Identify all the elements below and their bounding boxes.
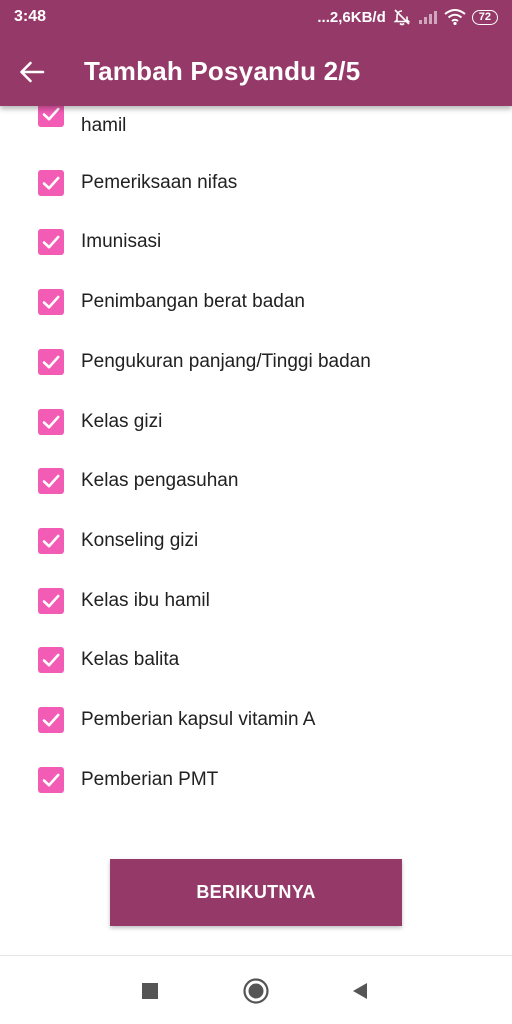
screen: Pemberian tablet tambah darah untuk ibu … [0, 0, 512, 1024]
check-icon [42, 355, 60, 369]
app-bar: Tambah Posyandu 2/5 [0, 36, 512, 106]
list-item-label: Pemeriksaan nifas [81, 172, 238, 193]
back-icon [353, 983, 367, 999]
checkbox-checked[interactable] [38, 468, 64, 494]
check-icon [42, 107, 60, 121]
home-button[interactable] [241, 976, 271, 1006]
list-item-label: Pemberian kapsul vitamin A [81, 709, 316, 730]
check-icon [42, 713, 60, 727]
checkbox-checked[interactable] [38, 528, 64, 554]
arrow-left-icon [20, 61, 45, 83]
check-icon [42, 415, 60, 429]
back-button[interactable] [14, 54, 50, 90]
list-item-label: Kelas gizi [81, 411, 163, 432]
alarm-off-icon [393, 9, 411, 26]
checkbox-checked[interactable] [38, 409, 64, 435]
navigation-bar [0, 955, 512, 1024]
checkbox-checked[interactable] [38, 170, 64, 196]
list-item-label: Imunisasi [81, 231, 162, 252]
page-title: Tambah Posyandu 2/5 [84, 56, 361, 86]
check-icon [42, 235, 60, 249]
list-item-label: Kelas pengasuhan [81, 470, 239, 491]
check-icon [42, 176, 60, 190]
check-icon [42, 594, 60, 608]
signal-icon [418, 11, 437, 24]
checkbox-checked[interactable] [38, 707, 64, 733]
check-icon [42, 773, 60, 787]
checkbox-checked[interactable] [38, 588, 64, 614]
check-icon [42, 653, 60, 667]
checkbox-checked[interactable] [38, 229, 64, 255]
checkbox-checked[interactable] [38, 349, 64, 375]
home-icon [243, 978, 269, 1004]
wifi-icon [444, 9, 466, 25]
list-item-label: Kelas ibu hamil [81, 590, 210, 611]
check-icon [42, 474, 60, 488]
battery-icon: 72 [471, 9, 498, 25]
network-speed: ...2,6KB/d [317, 8, 386, 26]
list-item-label: Pemberian PMT [81, 769, 219, 790]
checkbox-checked[interactable] [38, 289, 64, 315]
list-item-label: Konseling gizi [81, 530, 199, 551]
status-time: 3:48 [14, 8, 47, 25]
list-item-label: Pengukuran panjang/Tinggi badan [81, 351, 371, 372]
checkbox-checked[interactable] [38, 767, 64, 793]
check-icon [42, 534, 60, 548]
next-button[interactable]: BERIKUTNYA [110, 859, 402, 926]
list-item-label: Penimbangan berat badan [81, 291, 305, 312]
nav-back-button[interactable] [345, 976, 375, 1006]
recent-apps-button[interactable] [135, 976, 165, 1006]
list-item-label: Kelas balita [81, 649, 180, 670]
status-icons: ...2,6KB/d 72 [317, 8, 498, 26]
status-bar: 3:48 ...2,6KB/d 72 [0, 0, 512, 36]
checkbox-checked[interactable] [38, 647, 64, 673]
recent-apps-icon [142, 983, 158, 999]
list-item-label: hamil [81, 115, 127, 136]
check-icon [42, 295, 60, 309]
